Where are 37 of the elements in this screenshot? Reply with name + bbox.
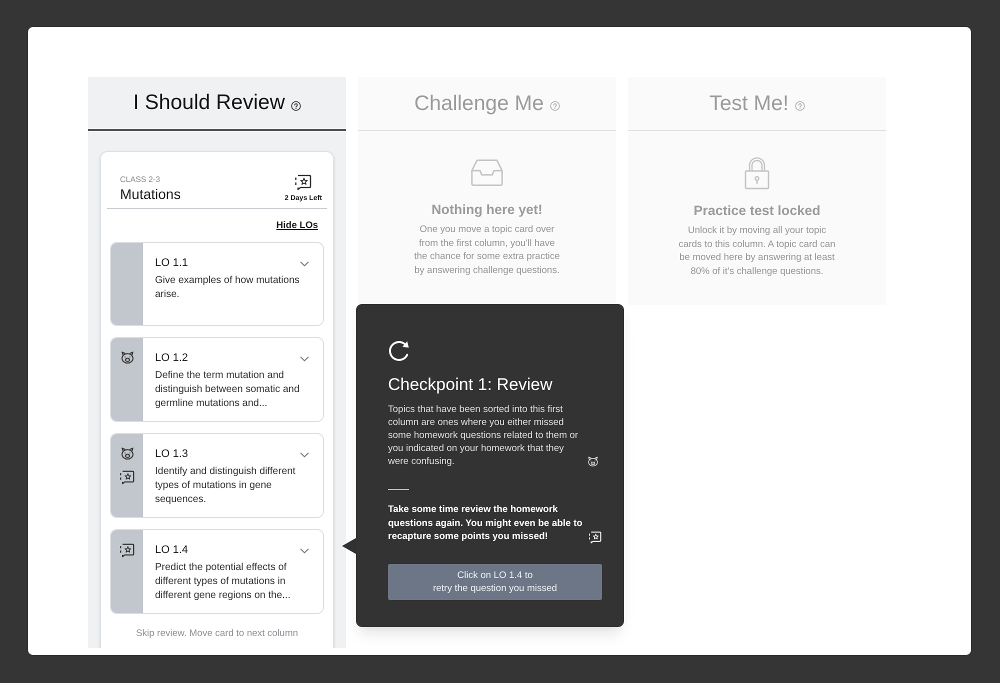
class-label: CLASS 2-3 <box>120 175 162 185</box>
lo-card[interactable]: LO 1.1 Give examples of how mutations arise. <box>110 242 324 326</box>
lo-title: LO 1.2 <box>155 351 188 366</box>
lo-description: Predict the potential effects of different types of mutations in different gene regions on the... <box>155 561 292 603</box>
help-icon[interactable] <box>290 100 301 110</box>
chevron-down-icon[interactable] <box>300 356 309 362</box>
pig-face-icon <box>587 456 599 467</box>
retry-button[interactable]: Click on LO 1.4 to retry the question you missed <box>388 564 602 600</box>
tooltip-text: Topics that have been sorted into this first column are ones where you either missed some homework questions related to them or you indicated on your homework that they were confusing. <box>388 403 580 468</box>
inbox-tray-icon <box>470 158 504 187</box>
lo-card[interactable]: LO 1.4 Predict the potential effects of different types of mutations in different gene regions on the... <box>110 529 324 614</box>
empty-state-title: Practice test locked <box>694 202 820 219</box>
tooltip-title: Checkpoint 1: Review <box>388 374 554 396</box>
column-title: Challenge Me <box>414 90 544 116</box>
chevron-down-icon[interactable] <box>300 260 309 266</box>
lo-card[interactable]: LO 1.2 Define the term mutation and distinguish between somatic and germline mutations and... <box>110 337 324 422</box>
empty-state-text: Unlock it by moving all your topic cards to this column. A topic card can be moved here by answering at least 80% of it's challenge questions. <box>678 224 836 278</box>
empty-state-title: Nothing here yet! <box>431 201 542 218</box>
star-badge-icon <box>294 174 312 191</box>
lo-description: Give examples of how mutations arise. <box>155 274 301 302</box>
lo-description: Identify and distinguish different types of mutations in gene sequences. <box>155 465 296 507</box>
lo-title: LO 1.3 <box>155 447 188 462</box>
lo-description: Define the term mutation and distinguish between somatic and germline mutations and... <box>155 369 301 411</box>
star-badge-icon <box>588 530 602 544</box>
topic-title: Mutations <box>120 185 181 203</box>
column-title: I Should Review <box>133 90 285 116</box>
lo-title: LO 1.4 <box>155 543 188 558</box>
empty-state-text: One you move a topic card over from the first column, you'll have the chance for some extra practice by answering challenge questions. <box>414 223 560 277</box>
hide-los-link[interactable]: Hide LOs <box>276 220 318 232</box>
lo-card[interactable]: LO 1.3 Identify and distinguish different types of mutations in gene sequences. <box>110 433 324 518</box>
chevron-down-icon[interactable] <box>300 452 309 458</box>
padlock-icon <box>744 157 770 190</box>
chevron-down-icon[interactable] <box>300 548 309 554</box>
lo-title: LO 1.1 <box>155 256 188 271</box>
tooltip-note: Take some time review the homework questions again. You might even be able to recapture some points you missed! <box>388 503 584 544</box>
column-title: Test Me! <box>709 90 789 116</box>
topic-card[interactable] <box>100 151 334 648</box>
